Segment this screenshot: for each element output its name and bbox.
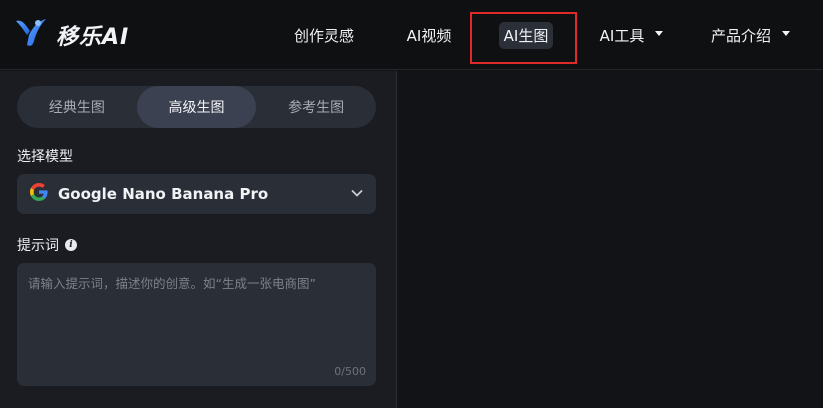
nav-item-ai-tools[interactable]: AI工具 <box>588 0 670 70</box>
brand-name: 移乐AI <box>56 25 130 50</box>
nav-item-product-intro[interactable]: 产品介绍 <box>698 0 798 70</box>
model-select[interactable]: Google Nano Banana Pro <box>17 174 376 214</box>
brand-logo[interactable]: 移乐AI <box>14 16 129 54</box>
selected-model-name: Google Nano Banana Pro <box>58 185 269 203</box>
tab-reference[interactable]: 参考生图 <box>256 86 376 128</box>
prompt-section-label: 提示词 i <box>17 235 77 255</box>
nav-label: AI视频 <box>406 26 452 45</box>
nav-item-ai-video[interactable]: AI视频 <box>391 0 467 70</box>
generation-mode-tabs: 经典生图 高级生图 参考生图 <box>17 86 376 128</box>
google-icon <box>29 182 49 206</box>
model-section-label: 选择模型 <box>17 146 73 166</box>
highlight-annotation <box>470 12 577 64</box>
prompt-label-text: 提示词 <box>17 238 59 254</box>
tab-advanced[interactable]: 高级生图 <box>136 86 257 128</box>
nav-item-inspiration[interactable]: 创作灵感 <box>281 0 367 70</box>
tab-classic[interactable]: 经典生图 <box>17 86 137 128</box>
preview-canvas-area <box>397 71 823 408</box>
nav-label: AI工具 <box>599 26 645 45</box>
prompt-input-container: 0/500 <box>17 263 376 386</box>
character-counter: 0/500 <box>334 365 366 378</box>
caret-down-icon <box>655 30 664 36</box>
prompt-textarea[interactable] <box>17 263 376 386</box>
logo-icon <box>14 17 48 53</box>
top-navigation-bar: 移乐AI 创作灵感 AI视频 AI生图 AI工具 产品介绍 <box>0 0 823 70</box>
info-icon[interactable]: i <box>65 239 77 251</box>
chevron-down-icon <box>350 185 364 204</box>
generation-settings-panel: 经典生图 高级生图 参考生图 选择模型 Google Nano Banana P… <box>0 71 397 408</box>
caret-down-icon <box>782 30 790 36</box>
nav-label: 产品介绍 <box>710 26 771 45</box>
nav-label: 创作灵感 <box>293 26 354 45</box>
model-label-text: 选择模型 <box>17 149 73 165</box>
